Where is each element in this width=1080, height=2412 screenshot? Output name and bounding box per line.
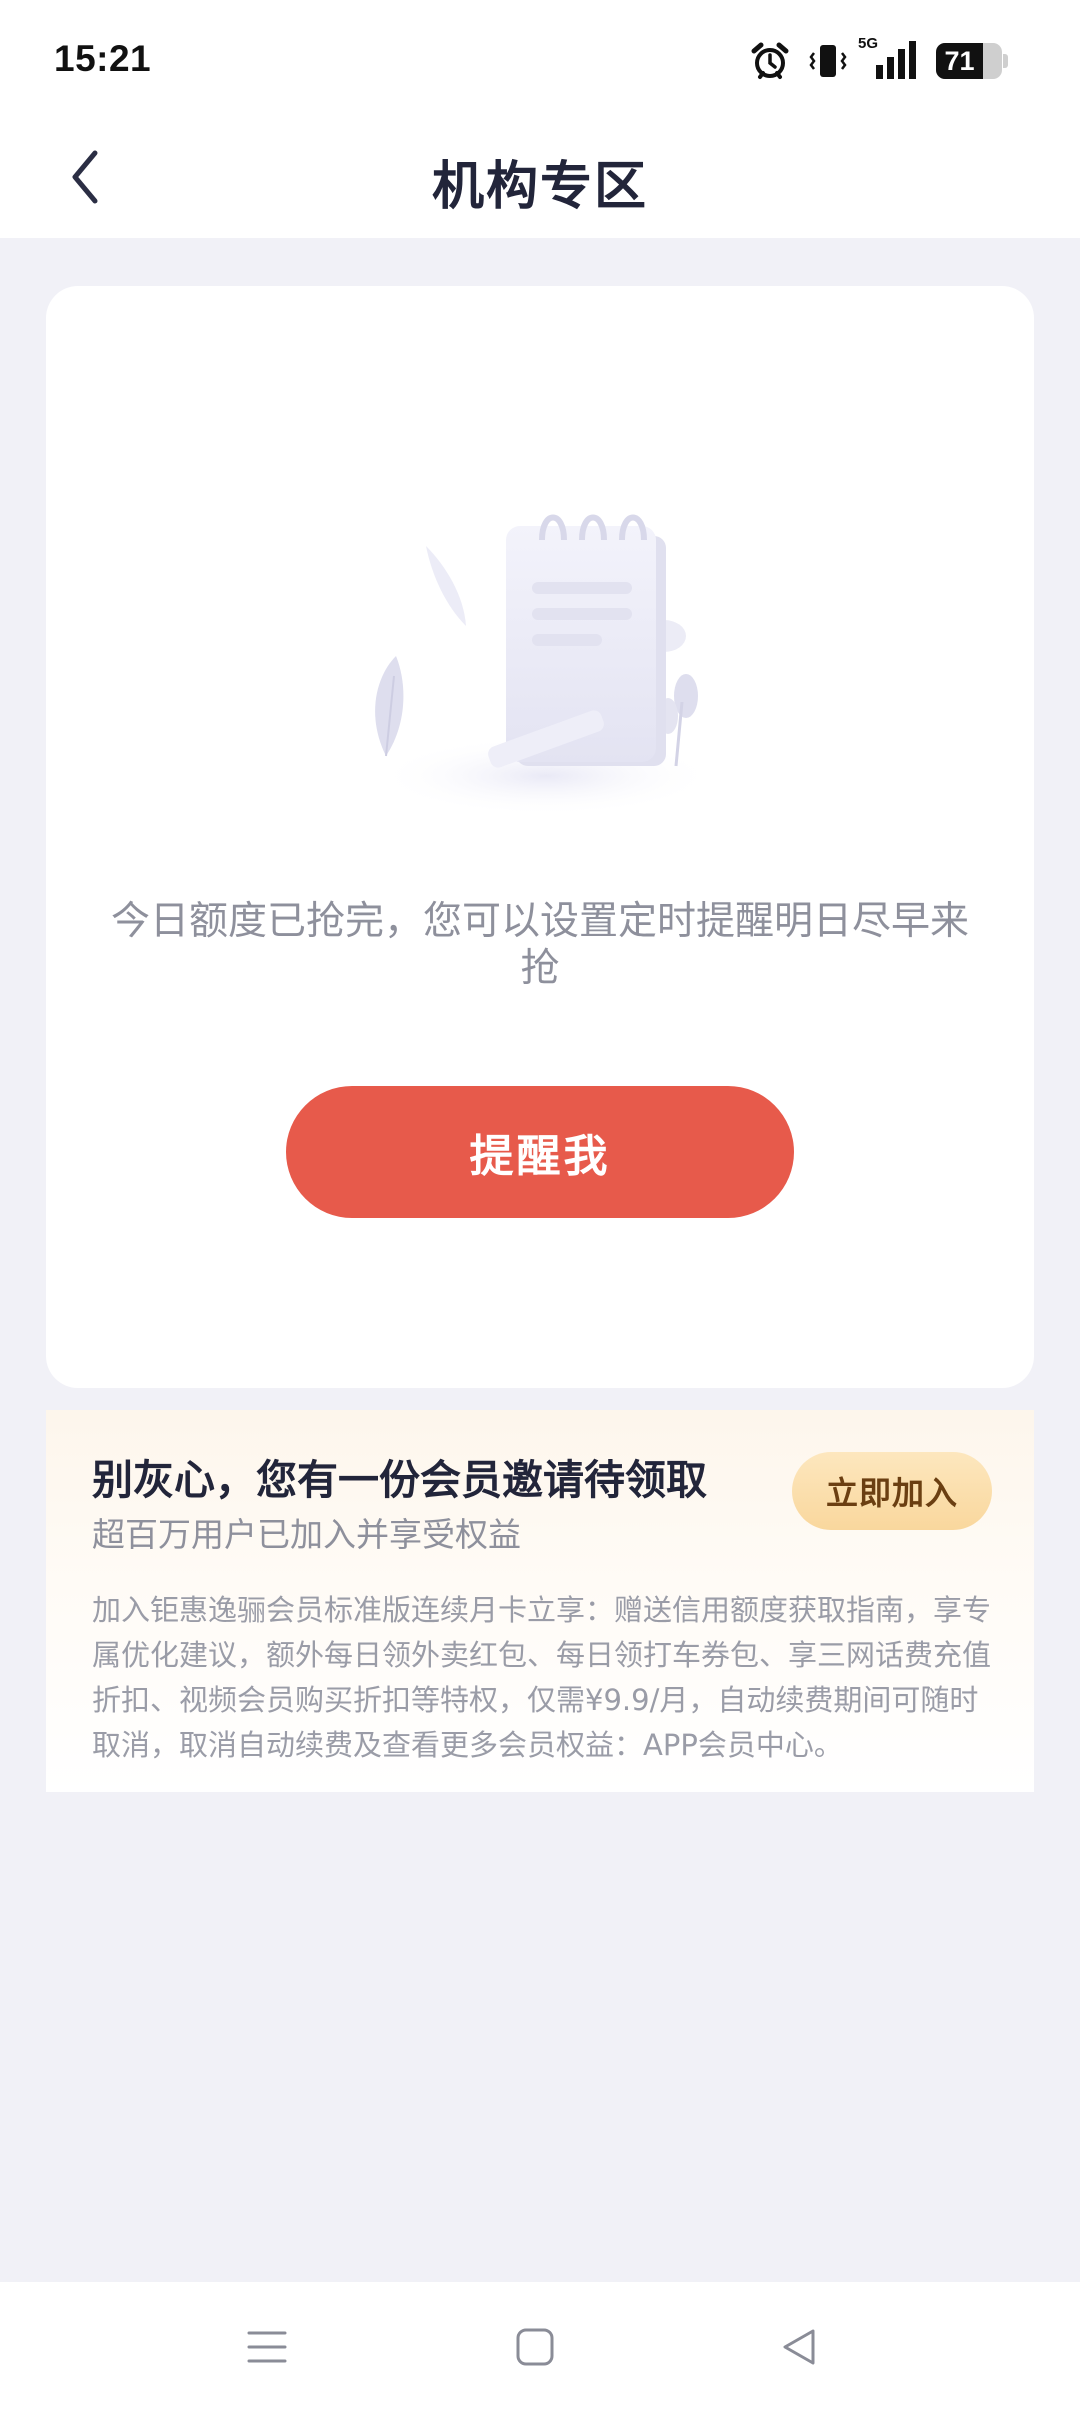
empty-state-card: 今日额度已抢完，您可以设置定时提醒明日尽早来抢 提醒我 [46,286,1034,1388]
back-nav-button[interactable] [764,2312,834,2382]
membership-title: 别灰心，您有一份会员邀请待领取 [92,1456,707,1504]
membership-card: 别灰心，您有一份会员邀请待领取 超百万用户已加入并享受权益 立即加入 加入钜惠逸… [46,1410,1034,1792]
membership-subtitle: 超百万用户已加入并享受权益 [92,1515,521,1554]
status-icons: 5G 71 [750,35,1008,84]
notepad-illustration [346,506,746,816]
home-icon [516,2328,554,2366]
status-time: 15:21 [54,38,152,79]
signal-icon: 5G [858,35,918,81]
page-title: 机构专区 [431,157,648,217]
membership-description: 加入钜惠逸骊会员标准版连续月卡立享：赠送信用额度获取指南，享专属优化建议，额外每… [92,1593,992,1762]
battery-body: 71 [936,43,1002,79]
network-type: 5G [858,35,879,52]
alarm-icon [750,41,790,81]
menu-icon [247,2331,287,2363]
empty-message: 今日额度已抢完，您可以设置定时提醒明日尽早来抢 [110,899,969,991]
battery-level: 71 [944,46,975,76]
battery-cap [1003,54,1008,68]
nav-header: 机构专区 [0,122,1080,238]
vibrate-icon [808,41,848,81]
join-now-button[interactable]: 立即加入 [792,1452,992,1530]
back-triangle-icon [783,2329,815,2365]
home-button[interactable] [500,2312,570,2382]
menu-button[interactable] [232,2312,302,2382]
remind-me-button[interactable]: 提醒我 [286,1086,794,1218]
status-bar: 15:21 5G 71 [0,0,1080,122]
system-nav-bar [0,2282,1080,2412]
battery-icon: 71 [936,43,1008,79]
